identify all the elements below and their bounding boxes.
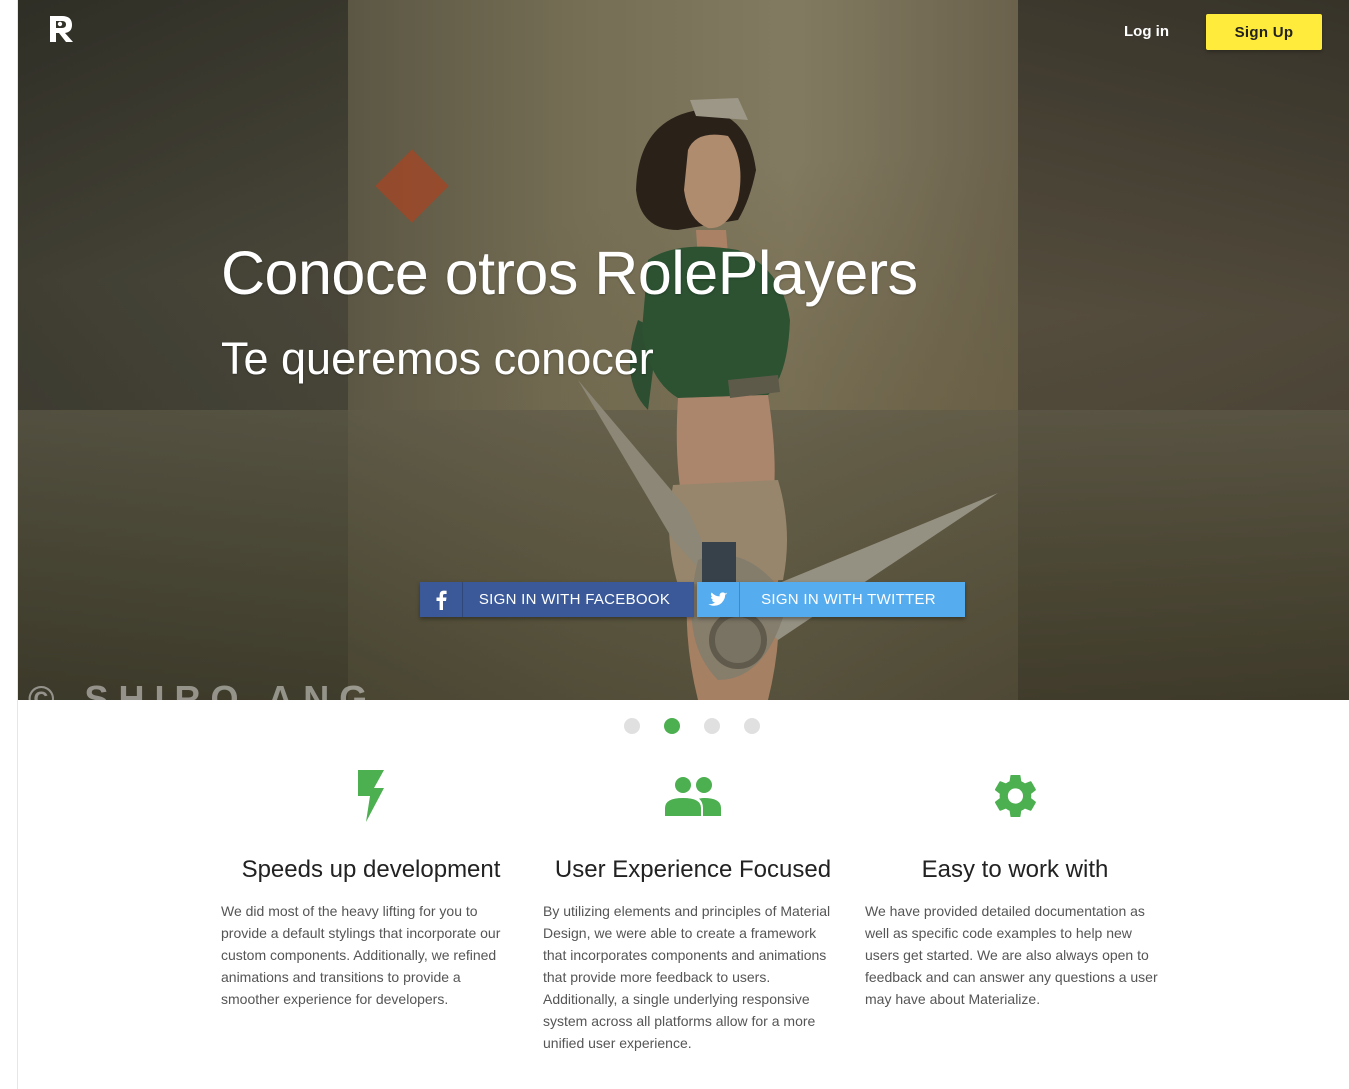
hero-title: Conoce otros RolePlayers xyxy=(221,239,918,307)
hero-section: Log in Sign Up Conoce otros RolePlayers … xyxy=(18,0,1349,700)
group-icon xyxy=(665,777,721,816)
photo-watermark: © SHIRO ANG xyxy=(28,678,378,700)
signup-button[interactable]: Sign Up xyxy=(1206,14,1322,50)
feature-description: We have provided detailed documentation … xyxy=(865,903,1158,1007)
roleplayers-logo-icon[interactable] xyxy=(46,14,76,44)
carousel-dot[interactable] xyxy=(704,718,720,734)
login-link[interactable]: Log in xyxy=(1124,18,1169,46)
feature-easy-to-work-with: Easy to work with We have provided detai… xyxy=(865,760,1165,1007)
feature-user-experience-focused: User Experience Focused By utilizing ele… xyxy=(543,760,843,1051)
feature-speeds-up-development: Speeds up development We did most of the… xyxy=(221,760,521,1007)
feature-description: By utilizing elements and principles of … xyxy=(543,903,831,1051)
settings-icon xyxy=(994,774,1036,818)
carousel-dot-active[interactable] xyxy=(664,718,680,734)
carousel-indicators xyxy=(624,718,760,734)
carousel-dot[interactable] xyxy=(744,718,760,734)
page: Log in Sign Up Conoce otros RolePlayers … xyxy=(17,0,1349,1089)
carousel-dot[interactable] xyxy=(624,718,640,734)
feature-title: Easy to work with xyxy=(921,856,1109,883)
sign-in-facebook-label: SIGN IN WITH FACEBOOK xyxy=(478,591,671,608)
sign-in-twitter-button[interactable]: SIGN IN WITH TWITTER xyxy=(697,582,965,617)
feature-title: Speeds up development xyxy=(241,856,501,883)
facebook-icon xyxy=(420,582,463,617)
sign-in-twitter-label: SIGN IN WITH TWITTER xyxy=(761,591,936,608)
flash-icon xyxy=(358,770,384,822)
sign-in-facebook-button[interactable]: SIGN IN WITH FACEBOOK xyxy=(420,582,694,617)
twitter-icon xyxy=(697,582,740,617)
hero-subtitle: Te queremos conocer xyxy=(221,333,654,384)
feature-title: User Experience Focused xyxy=(554,856,832,883)
feature-description: We did most of the heavy lifting for you… xyxy=(221,903,501,1007)
